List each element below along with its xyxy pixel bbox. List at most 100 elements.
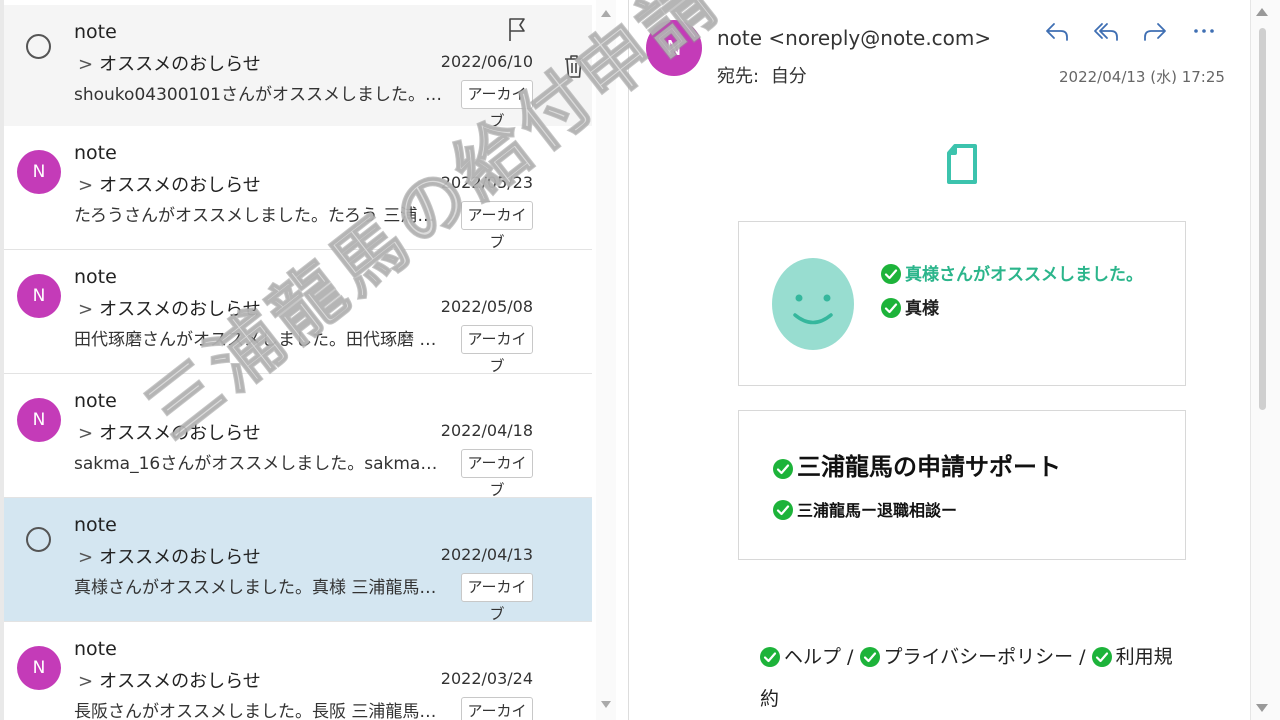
message-subject-text: オススメのおしらせ — [99, 423, 261, 444]
archive-button[interactable]: アーカイブ — [461, 697, 533, 720]
magazine-title[interactable]: 三浦龍馬の申請サポート — [773, 447, 1061, 482]
footer-separator: / — [841, 646, 860, 668]
message-preview: 田代琢磨さんがオススメしました。田代琢磨 三... — [74, 330, 444, 350]
scroll-up-arrow-icon[interactable] — [1256, 8, 1268, 16]
message-subject-text: オススメのおしらせ — [99, 299, 261, 320]
sender-avatar: N — [17, 274, 61, 318]
recommender-avatar-icon[interactable] — [772, 258, 854, 350]
message-list: note > オススメのおしらせ 2022/06/10 shouko0430010… — [0, 0, 596, 720]
check-icon — [859, 647, 880, 667]
scroll-thumb[interactable] — [1259, 28, 1266, 410]
recommendation-text[interactable]: 真様さんがオススメしました。 — [881, 260, 1143, 285]
message-preview: shouko04300101さんがオススメしました。sho... — [74, 85, 444, 105]
expand-chevron-icon[interactable]: > — [78, 54, 93, 75]
scroll-down-arrow-icon[interactable] — [1256, 704, 1268, 712]
message-preview: sakma_16さんがオススメしました。sakma_16... — [74, 454, 444, 474]
expand-chevron-icon[interactable]: > — [78, 299, 93, 320]
select-radio[interactable] — [26, 34, 51, 59]
expand-chevron-icon[interactable]: > — [78, 175, 93, 196]
message-date: 2022/04/18 — [440, 421, 533, 440]
help-link[interactable]: ヘルプ — [784, 646, 841, 668]
privacy-policy-link[interactable]: プライバシーポリシー — [884, 646, 1074, 668]
sender-address[interactable]: note <noreply@note.com> — [717, 26, 991, 50]
trash-icon[interactable] — [562, 53, 586, 79]
note-document-icon — [947, 144, 977, 184]
message-date: 2022/04/13 — [440, 545, 533, 564]
message-subject-text: オススメのおしらせ — [99, 547, 261, 568]
message-sender: note — [74, 266, 117, 288]
message-date: 2022/05/08 — [440, 297, 533, 316]
message-preview: 真様さんがオススメしました。真様 三浦龍馬の... — [74, 578, 444, 598]
reading-pane-scrollbar[interactable] — [1250, 0, 1280, 720]
message-date: 2022/03/24 — [440, 669, 533, 688]
more-actions-icon[interactable] — [1190, 18, 1218, 44]
pane-divider[interactable] — [628, 0, 629, 720]
recommender-name-label: 真様 — [905, 299, 939, 319]
message-subject: > オススメのおしらせ — [78, 50, 261, 76]
magazine-title-label: 三浦龍馬の申請サポート — [797, 453, 1061, 481]
message-preview: 長阪さんがオススメしました。長阪 三浦龍馬の... — [74, 702, 444, 720]
message-datetime: 2022/04/13 (水) 17:25 — [1059, 68, 1225, 86]
check-icon — [773, 500, 793, 520]
message-preview: たろうさんがオススメしました。たろう 三浦龍馬... — [74, 206, 444, 226]
archive-button[interactable]: アーカイブ — [461, 573, 533, 623]
message-subject-text: オススメのおしらせ — [99, 175, 261, 196]
forward-icon[interactable] — [1141, 18, 1169, 44]
sender-avatar: N — [646, 20, 702, 76]
message-list-scrollbar[interactable] — [596, 0, 616, 720]
check-icon — [881, 264, 901, 284]
message-subject: > オススメのおしらせ — [78, 667, 261, 693]
message-sender: note — [74, 514, 117, 536]
message-subject: > オススメのおしらせ — [78, 295, 261, 321]
message-sender: note — [74, 638, 117, 660]
sender-avatar: N — [17, 646, 61, 690]
message-row[interactable]: note > オススメのおしらせ 2022/04/13 真様さんがオススメしました… — [4, 498, 592, 623]
magazine-subtitle[interactable]: 三浦龍馬ー退職相談ー — [773, 497, 957, 521]
message-sender: note — [74, 390, 117, 412]
message-row[interactable]: N note > オススメのおしらせ 2022/03/24 長阪さんがオススメしま… — [4, 622, 592, 720]
recipient-label: 宛先: — [717, 66, 760, 87]
message-subject: > オススメのおしらせ — [78, 543, 261, 569]
scroll-up-arrow-icon[interactable] — [601, 10, 611, 17]
sender-avatar: N — [17, 398, 61, 442]
message-subject: > オススメのおしらせ — [78, 171, 261, 197]
sender-avatar: N — [17, 150, 61, 194]
magazine-subtitle-label: 三浦龍馬ー退職相談ー — [797, 501, 958, 520]
archive-button[interactable]: アーカイブ — [461, 325, 533, 375]
archive-button[interactable]: アーカイブ — [461, 80, 533, 130]
check-icon — [773, 459, 793, 479]
reading-pane: N note <noreply@note.com> 宛先: 自分 2022/04… — [630, 0, 1250, 720]
expand-chevron-icon[interactable]: > — [78, 547, 93, 568]
select-radio[interactable] — [26, 527, 51, 552]
archive-button[interactable]: アーカイブ — [461, 201, 533, 251]
message-subject: > オススメのおしらせ — [78, 419, 261, 445]
message-date: 2022/05/23 — [440, 173, 533, 192]
check-icon — [760, 647, 780, 667]
check-icon — [881, 298, 901, 318]
reply-all-icon[interactable] — [1092, 18, 1120, 44]
recipient-value: 自分 — [770, 66, 807, 87]
message-sender: note — [74, 21, 117, 43]
recommender-name[interactable]: 真様 — [881, 294, 939, 319]
message-row[interactable]: N note > オススメのおしらせ 2022/04/18 sakma_16さんが… — [4, 374, 592, 499]
message-subject-text: オススメのおしらせ — [99, 671, 261, 692]
mail-app: note > オススメのおしらせ 2022/06/10 shouko0430010… — [0, 0, 1280, 720]
recommendation-label: 真様さんがオススメしました。 — [905, 265, 1143, 285]
flag-icon[interactable] — [506, 17, 528, 43]
magazine-card: 三浦龍馬の申請サポート 三浦龍馬ー退職相談ー — [738, 410, 1186, 560]
archive-button[interactable]: アーカイブ — [461, 449, 533, 499]
expand-chevron-icon[interactable]: > — [78, 423, 93, 444]
message-date: 2022/06/10 — [440, 52, 533, 71]
check-icon — [1091, 647, 1112, 667]
expand-chevron-icon[interactable]: > — [78, 671, 93, 692]
message-row[interactable]: N note > オススメのおしらせ 2022/05/08 田代琢磨さんがオススメ… — [4, 250, 592, 375]
email-footer-links: ヘルプ / プライバシーポリシー / 利用規約 — [760, 636, 1180, 720]
recommendation-card: 真様さんがオススメしました。 真様 — [738, 221, 1186, 386]
message-row[interactable]: note > オススメのおしらせ 2022/06/10 shouko0430010… — [4, 5, 592, 130]
recipient-line: 宛先: 自分 — [717, 62, 807, 88]
scroll-down-arrow-icon[interactable] — [601, 701, 611, 708]
message-row[interactable]: N note > オススメのおしらせ 2022/05/23 たろうさんがオススメし… — [4, 126, 592, 251]
footer-separator: / — [1073, 646, 1092, 668]
reply-icon[interactable] — [1043, 18, 1071, 44]
message-subject-text: オススメのおしらせ — [99, 54, 261, 75]
